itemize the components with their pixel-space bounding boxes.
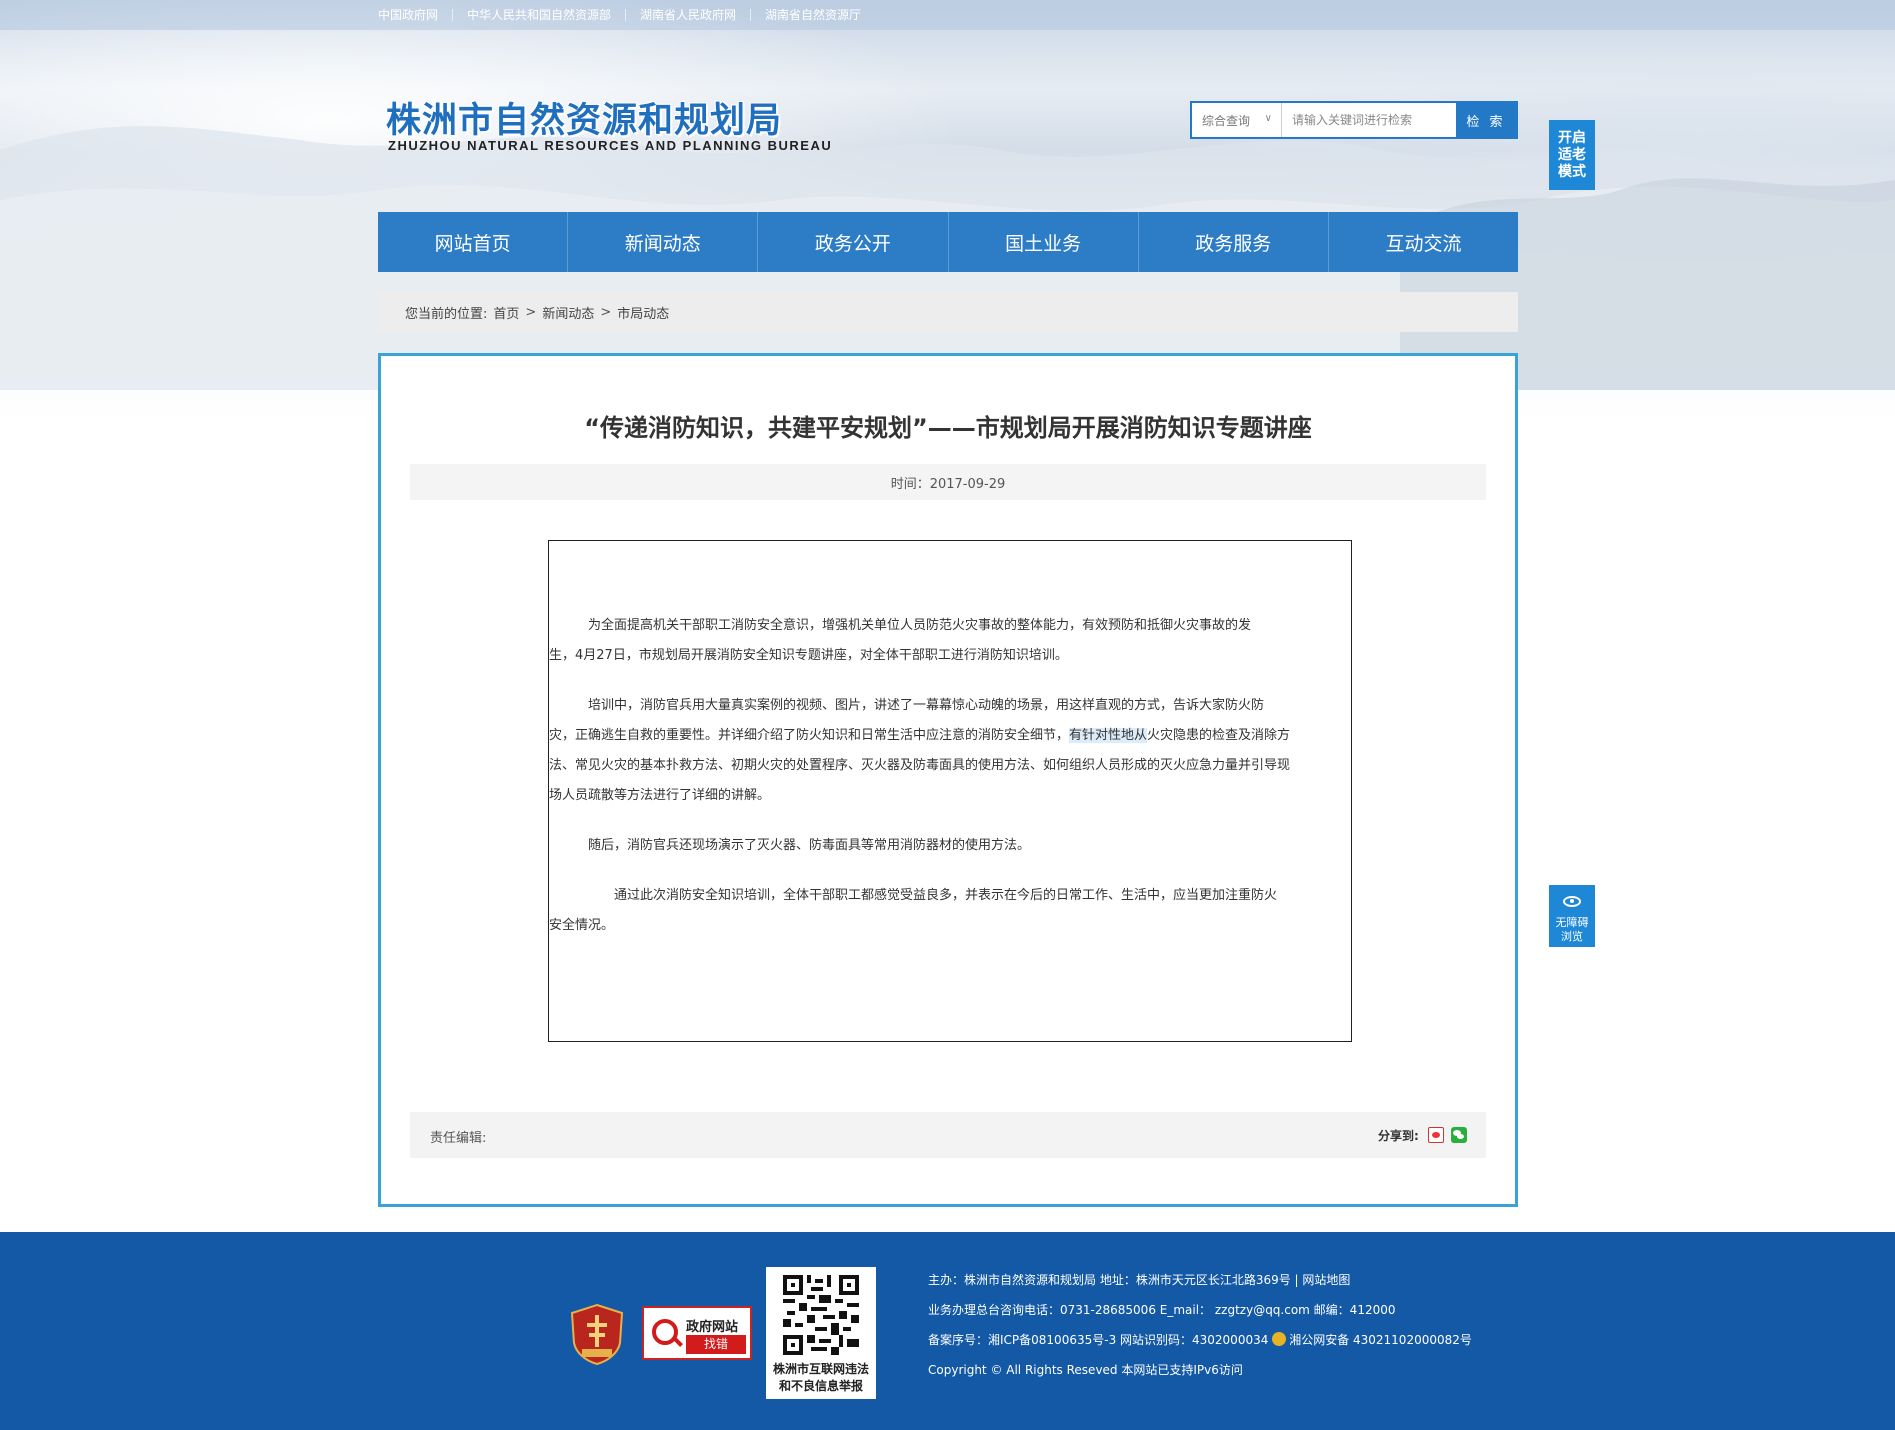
top-link-mnr[interactable]: 中华人民共和国自然资源部 [452, 9, 625, 21]
article-title: “传递消防知识，共建平安规划”——市规划局开展消防知识专题讲座 [584, 414, 1312, 442]
article-paragraph: 通过此次消防安全知识培训，全体干部职工都感觉受益良多，并表示在今后的日常工作、生… [549, 888, 1278, 903]
accessible-browse-button[interactable]: 无障碍 浏览 [1549, 885, 1595, 947]
search-input[interactable] [1282, 103, 1456, 137]
breadcrumb-bureau-news[interactable]: 市局动态 [617, 303, 669, 322]
editor-label: 责任编辑: [430, 1131, 487, 1146]
top-link-hunan-gov[interactable]: 湖南省人民政府网 [625, 9, 750, 21]
main-nav: 网站首页 新闻动态 政务公开 国土业务 政务服务 互动交流 [378, 212, 1518, 272]
top-link-hunan-nr[interactable]: 湖南省自然资源厅 [750, 9, 875, 21]
article-date-bar: 时间：2017-09-29 [410, 464, 1486, 500]
article-text: 火灾隐患的检查及消除方 [1147, 728, 1291, 743]
site-logo-subtitle: ZHUZHOU NATURAL RESOURCES AND PLANNING B… [388, 138, 833, 153]
search-button[interactable]: 检 索 [1456, 101, 1516, 139]
govsite-report: 找错 [686, 1335, 746, 1354]
breadcrumb-label: 您当前的位置: [405, 306, 488, 322]
nav-item-interaction[interactable]: 互动交流 [1327, 212, 1518, 272]
breadcrumb-home[interactable]: 首页 [493, 303, 519, 322]
breadcrumb-news[interactable]: 新闻动态 [542, 303, 594, 322]
police-badge-icon [1272, 1332, 1287, 1346]
article-paragraph: 培训中，消防官兵用大量真实案例的视频、图片，讲述了一幕幕惊心动魄的场景，用这样直… [549, 698, 1265, 713]
breadcrumb: 您当前的位置: 首页 > 新闻动态 > 市局动态 [378, 292, 1518, 332]
top-link-gov[interactable]: 中国政府网 [378, 9, 452, 21]
breadcrumb-sep: > [600, 304, 612, 320]
footer-police-record[interactable]: 湘公网安备 43021102000082号 [1289, 1333, 1472, 1347]
article-paragraph: 法、常见火灾的基本扑救方法、初期火灾的处置程序、灭火器及防毒面具的使用方法、如何… [549, 758, 1291, 773]
elder-mode-button[interactable]: 开启 适老 模式 [1549, 120, 1595, 190]
weibo-icon[interactable] [1428, 1127, 1444, 1143]
qr-code-icon [783, 1275, 859, 1355]
qr-caption-1: 株洲市互联网违法 [772, 1362, 869, 1376]
article-date: 时间：2017-09-29 [890, 476, 1006, 492]
eye-icon [1563, 896, 1581, 907]
party-emblem-icon[interactable] [570, 1303, 624, 1365]
nav-item-news[interactable]: 新闻动态 [567, 212, 757, 272]
article-body: 为全面提高机关干部职工消防安全意识，增强机关单位人员防范火灾事故的整体能力，有效… [548, 540, 1352, 1042]
footer-icp[interactable]: 备案序号：湘ICP备08100635号-3 网站识别码：4302000034 [928, 1333, 1272, 1347]
article-text: 灾，正确逃生自救的重要性。并详细介绍了防火知识和日常生活中应注意的消防安全细节， [549, 728, 1070, 743]
article-paragraph: 场人员疏散等方法进行了详细的讲解。 [549, 788, 771, 803]
gov-site-error-badge[interactable]: 政府网站 找错 [642, 1306, 752, 1360]
top-link-bar: 中国政府网 中华人民共和国自然资源部 湖南省人民政府网 湖南省自然资源厅 [0, 0, 1895, 30]
article-paragraph: 随后，消防官兵还现场演示了灭火器、防毒面具等常用消防器材的使用方法。 [549, 838, 1031, 853]
nav-item-home[interactable]: 网站首页 [378, 212, 567, 272]
govsite-title: 政府网站 [686, 1320, 739, 1335]
search-scope-value: 综合查询 [1202, 113, 1251, 128]
accessible-label-2: 浏览 [1561, 930, 1583, 943]
share-label: 分享到: [1378, 1129, 1419, 1143]
report-qr-code[interactable]: 株洲市互联网违法 和不良信息举报 [766, 1267, 876, 1399]
top-links: 中国政府网 中华人民共和国自然资源部 湖南省人民政府网 湖南省自然资源厅 [378, 0, 875, 30]
footer-sponsor: 主办：株洲市自然资源和规划局 地址：株洲市天元区长江北路369号 | 网站地图 [928, 1273, 1351, 1287]
article-container: “传递消防知识，共建平安规划”——市规划局开展消防知识专题讲座 时间：2017-… [378, 353, 1518, 1207]
footer-copyright: Copyright © All Rights Reseved 本网站已支持IPv… [928, 1363, 1243, 1377]
article-paragraph: 生，4月27日，市规划局开展消防安全知识专题讲座，对全体干部职工进行消防知识培训… [549, 648, 1068, 663]
search-scope-select[interactable]: 综合查询 ∨ [1192, 103, 1282, 137]
qr-caption-2: 和不良信息举报 [778, 1379, 863, 1393]
article-paragraph: 灾，正确逃生自救的重要性。并详细介绍了防火知识和日常生活中应注意的消防安全细节，… [549, 721, 1349, 751]
nav-item-gov-services[interactable]: 政务服务 [1137, 212, 1328, 272]
article-paragraph: 安全情况。 [549, 918, 615, 933]
article-paragraph: 为全面提高机关干部职工消防安全意识，增强机关单位人员防范火灾事故的整体能力，有效… [549, 618, 1252, 633]
article-footer-bar: 责任编辑: 分享到: [410, 1112, 1486, 1158]
nav-item-land-business[interactable]: 国土业务 [947, 212, 1138, 272]
chevron-down-icon: ∨ [1264, 113, 1272, 124]
breadcrumb-sep: > [525, 304, 537, 320]
nav-item-gov-affairs[interactable]: 政务公开 [757, 212, 947, 272]
highlighted-text: 有针对性地从 [1069, 728, 1148, 743]
wechat-icon[interactable] [1451, 1127, 1467, 1143]
site-logo-title[interactable]: 株洲市自然资源和规划局 [386, 92, 782, 143]
search-box: 综合查询 ∨ 检 索 [1190, 101, 1518, 139]
magnifier-icon [652, 1319, 678, 1345]
footer-record: 备案序号：湘ICP备08100635号-3 网站识别码：4302000034 湘… [928, 1331, 1472, 1348]
footer-contact: 业务办理总台咨询电话：0731-28685006 E_mail： zzgtzy@… [928, 1303, 1396, 1317]
